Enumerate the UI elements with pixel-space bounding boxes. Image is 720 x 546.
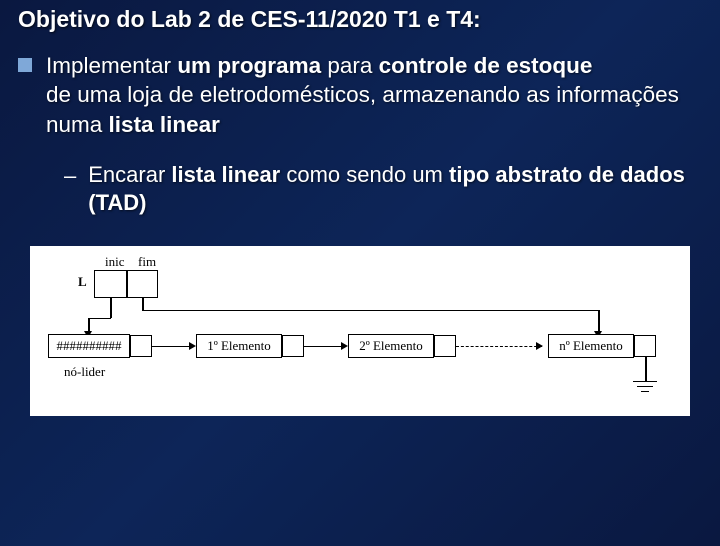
dash-icon: – (64, 163, 76, 189)
line (88, 318, 111, 320)
text-fragment: controle de estoque (379, 53, 593, 78)
slide-title: Objetivo do Lab 2 de CES-11/2020 T1 e T4… (18, 6, 702, 33)
node2-box: 2º Elemento (348, 334, 434, 358)
line (110, 298, 112, 318)
label-L: L (78, 274, 87, 290)
ground-icon (641, 391, 649, 393)
text-fragment: lista linear (109, 112, 220, 137)
box-divider (126, 270, 128, 298)
dashed-line (456, 346, 542, 347)
sub-text: Encarar lista linear como sendo um tipo … (88, 161, 702, 218)
leader-node-box: ########## (48, 334, 130, 358)
arrow (598, 310, 600, 332)
arrow (88, 318, 90, 332)
leader-ptr-box (130, 335, 152, 357)
arrow (152, 346, 190, 348)
bullet-text: Implementar um programa para controle de… (46, 51, 702, 139)
text-fragment: lista linear (171, 162, 280, 187)
node2-ptr-box (434, 335, 456, 357)
label-fim: fim (138, 254, 156, 270)
text-fragment: como sendo um (280, 162, 449, 187)
node1-ptr-box (282, 335, 304, 357)
text-fragment: para (321, 53, 379, 78)
arrowhead-icon (536, 342, 543, 350)
ground-icon (633, 381, 657, 383)
node1-box: 1º Elemento (196, 334, 282, 358)
line (142, 310, 598, 312)
noden-ptr-box (634, 335, 656, 357)
text-fragment: um programa (177, 53, 321, 78)
linked-list-diagram: inic fim L ########## nó-lider 1º Elemen… (30, 246, 690, 416)
line (142, 298, 144, 310)
bullet-item: Implementar um programa para controle de… (18, 51, 702, 139)
label-no-lider: nó-lider (64, 364, 105, 380)
sub-bullet-item: – Encarar lista linear como sendo um tip… (64, 161, 702, 218)
arrow (304, 346, 342, 348)
ground-icon (637, 386, 653, 388)
text-fragment: Implementar (46, 53, 171, 78)
bullet-square-icon (18, 58, 32, 72)
text-fragment: Encarar (88, 162, 171, 187)
noden-box: nº Elemento (548, 334, 634, 358)
line (645, 357, 647, 381)
label-inic: inic (105, 254, 125, 270)
